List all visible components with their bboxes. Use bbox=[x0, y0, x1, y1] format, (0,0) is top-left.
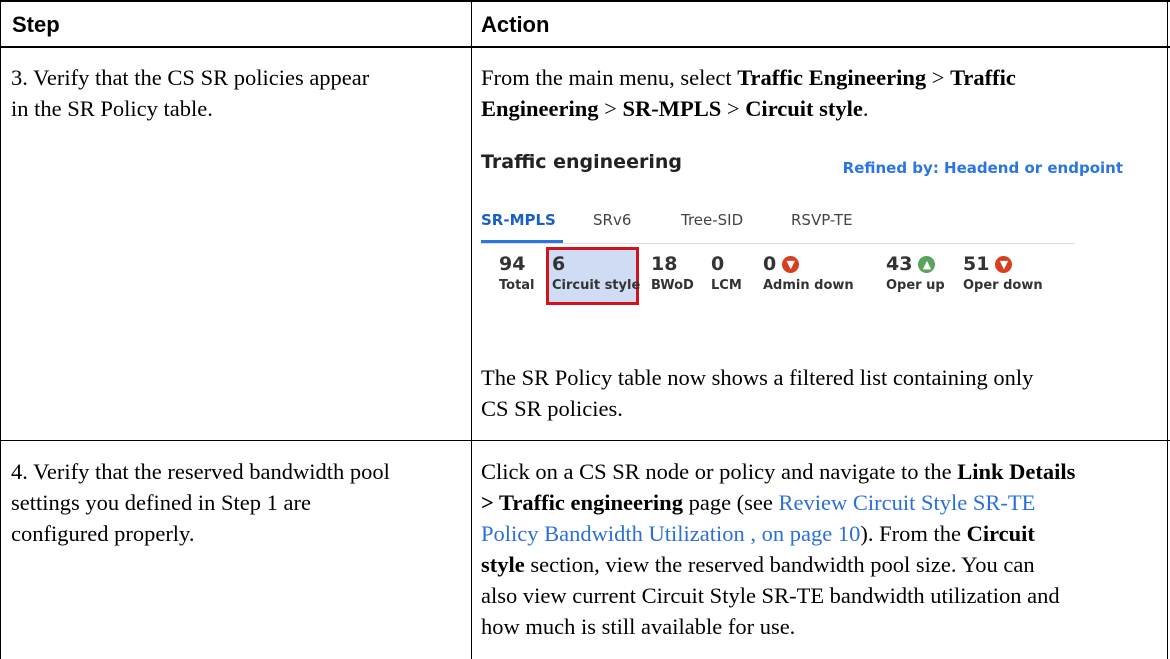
column-header-step: Step bbox=[12, 12, 60, 37]
column-header-action: Action bbox=[481, 12, 550, 37]
step-4-text: 4. Verify that the reserved bandwidth po… bbox=[11, 459, 390, 546]
stat-lcm[interactable]: 0 LCM bbox=[711, 253, 742, 293]
stat-oper-down[interactable]: 51 ▼ Oper down bbox=[963, 253, 1043, 293]
step-3-action-outro: The SR Policy table now shows a filtered… bbox=[481, 365, 1034, 421]
step-3-action-intro: From the main menu, select Traffic Engin… bbox=[481, 65, 1016, 121]
step-3-text: 3. Verify that the CS SR policies appear… bbox=[11, 65, 370, 121]
arrow-down-circle-icon: ▼ bbox=[782, 255, 800, 273]
traffic-engineering-panel: Traffic engineering Refined by: Headend … bbox=[473, 145, 1133, 340]
stat-bwod[interactable]: 18 BWoD bbox=[651, 253, 694, 293]
active-tab-indicator bbox=[481, 240, 563, 243]
tab-srv6[interactable]: SRv6 bbox=[593, 211, 631, 229]
tab-tree-sid[interactable]: Tree-SID bbox=[681, 211, 743, 229]
panel-title: Traffic engineering bbox=[481, 151, 682, 173]
cross-reference-link[interactable]: Review Circuit Style SR-TE bbox=[779, 490, 1036, 515]
table-header-row bbox=[0, 0, 1170, 47]
protocol-tabs: SR-MPLS SRv6 Tree-SID RSVP-TE bbox=[481, 211, 1075, 244]
arrow-down-circle-icon: ▼ bbox=[995, 255, 1013, 273]
stat-oper-up[interactable]: 43 ▲ Oper up bbox=[886, 253, 945, 293]
tab-sr-mpls[interactable]: SR-MPLS bbox=[481, 211, 556, 229]
refined-by-link[interactable]: Refined by: Headend or endpoint bbox=[843, 159, 1123, 177]
stat-admin-down[interactable]: 0 ▼ Admin down bbox=[763, 253, 854, 293]
arrow-up-circle-icon: ▲ bbox=[918, 255, 936, 273]
stat-total[interactable]: 94 Total bbox=[499, 253, 535, 293]
step-4-action-text: Click on a CS SR node or policy and navi… bbox=[481, 459, 1076, 639]
step-action-table: Step Action 3. Verify that the CS SR pol… bbox=[0, 0, 1170, 659]
cross-reference-link[interactable]: Policy Bandwidth Utilization , on page 1… bbox=[481, 521, 860, 546]
stat-circuit-style[interactable]: 6 Circuit style bbox=[552, 253, 640, 293]
tab-rsvp-te[interactable]: RSVP-TE bbox=[791, 211, 853, 229]
